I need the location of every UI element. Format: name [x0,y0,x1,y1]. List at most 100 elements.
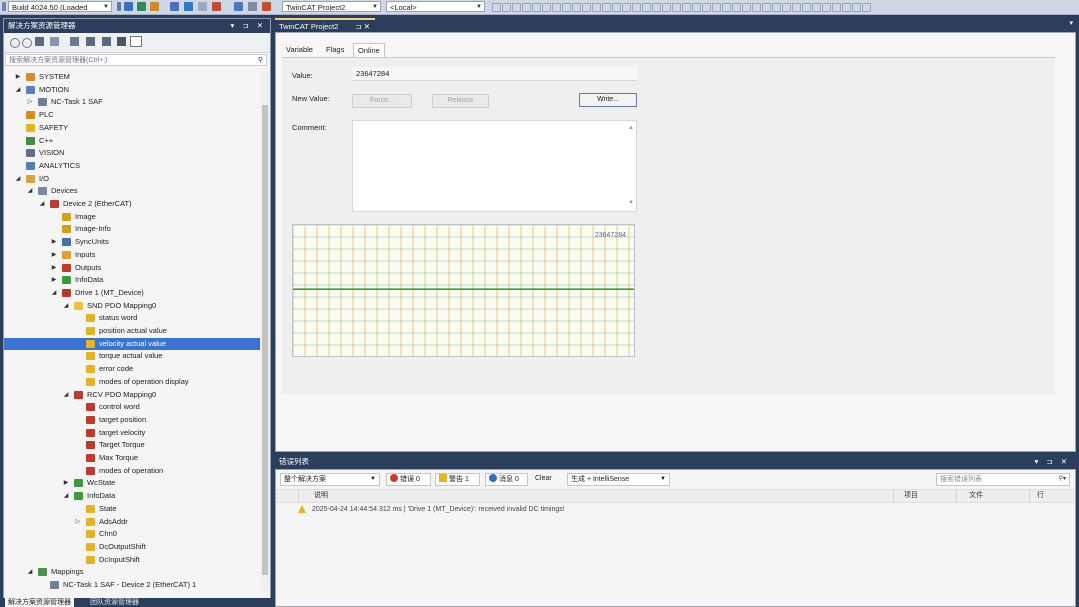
collapse-all-icon[interactable] [102,37,111,46]
tree-scrollbar[interactable] [260,71,270,591]
tree-item[interactable]: PLC [4,109,260,121]
show-sub-items-icon[interactable] [262,2,271,11]
warnings-filter-button[interactable]: 警告 1 [435,473,480,486]
tree-expander-icon[interactable]: ▶ [50,274,58,286]
tree-item[interactable]: ▶ WcState [4,477,260,489]
dropdown-icon[interactable] [248,2,257,11]
tree-expander-icon[interactable]: ▷ [26,96,34,108]
tree-item[interactable]: ◢ Drive 1 (MT_Device) [4,287,260,299]
tree-item[interactable]: C++ [4,135,260,147]
tree-item[interactable]: Target Torque [4,439,260,451]
tree-item[interactable]: position actual value [4,325,260,337]
tree-item[interactable]: modes of operation display [4,376,260,388]
pin-close-icons[interactable]: ▾ ⊐ ✕ [1034,455,1070,469]
tree-item[interactable]: ◢ Device 2 (EtherCAT) [4,198,260,210]
tree-item[interactable]: ◢ InfoData [4,490,260,502]
tree-item[interactable]: ▶ Outputs [4,262,260,274]
tree-expander-icon[interactable]: ▶ [62,477,70,489]
tree-item[interactable]: DcInputShift [4,554,260,566]
tree-expander-icon[interactable]: ◢ [38,198,46,210]
scroll-up-icon[interactable]: ▲ [628,122,634,135]
tree-item[interactable]: Max Torque [4,452,260,464]
tab-flags[interactable]: Flags [322,43,348,57]
tree-item[interactable]: ◢ Mappings [4,566,260,578]
forward-icon[interactable] [22,38,32,48]
tree-item[interactable]: target velocity [4,427,260,439]
tree-item[interactable]: DcOutputShift [4,541,260,553]
target-system-combo[interactable]: <Local> ▼ [386,1,485,12]
tree-item[interactable]: ▶ SyncUnits [4,236,260,248]
tree-item[interactable]: Image-Info [4,223,260,235]
tree-item[interactable]: Image [4,211,260,223]
history-icon[interactable] [70,37,79,46]
refresh-icon[interactable] [86,37,95,46]
tree-item[interactable]: State [4,503,260,515]
tree-expander-icon[interactable]: ▷ [74,516,82,528]
column-project[interactable]: 项目 [904,490,918,501]
home-icon[interactable] [35,37,44,46]
tree-item[interactable]: ▷ AdsAddr [4,516,260,528]
refresh-icon[interactable] [184,2,193,11]
tree-item[interactable]: ANALYTICS [4,160,260,172]
search-icon[interactable] [198,2,207,11]
build-config-combo[interactable]: Build 4024.50 (Loaded ▼ [8,1,112,12]
tree-expander-icon[interactable]: ▶ [50,249,58,261]
tree-item[interactable]: status word [4,312,260,324]
scrollbar-thumb[interactable] [262,105,268,575]
column-description[interactable]: 说明 [314,490,328,501]
column-file[interactable]: 文件 [969,490,983,501]
tree-item[interactable]: control word [4,401,260,413]
tree-item[interactable]: ◢ SND PDO Mapping0 [4,300,260,312]
tab-online[interactable]: Online [353,43,385,58]
preview-icon[interactable] [130,36,142,47]
properties-icon[interactable] [117,37,126,46]
tree-item[interactable]: torque actual value [4,350,260,362]
tree-item[interactable]: ◢ RCV PDO Mapping0 [4,389,260,401]
tree-expander-icon[interactable]: ◢ [26,185,34,197]
scroll-down-icon[interactable]: ▼ [628,197,634,210]
tree-item[interactable]: ◢ MOTION [4,84,260,96]
activate-config-icon[interactable] [124,2,133,11]
tree-expander-icon[interactable]: ◢ [62,389,70,401]
tree-expander-icon[interactable]: ▶ [50,262,58,274]
document-tab[interactable]: TwinCAT Project2 ⊐ ✕ [275,18,375,32]
force-button[interactable]: Force... [352,94,412,108]
tree-expander-icon[interactable]: ◢ [26,566,34,578]
tree-item[interactable]: modes of operation [4,465,260,477]
tree-item[interactable]: SAFETY [4,122,260,134]
error-row[interactable]: 2025-04-24 14:44:54 312 ms | 'Drive 1 (M… [276,504,1075,516]
tree-item[interactable]: ◢ I/O [4,173,260,185]
messages-filter-button[interactable]: 消息 0 [485,473,528,486]
tree-expander-icon[interactable]: ▶ [50,236,58,248]
tree-expander-icon[interactable]: ◢ [62,300,70,312]
pin-close-icons[interactable]: ▾ ⊐ ✕ [230,19,266,33]
tree-item[interactable]: NC-Task 1 SAF - Device 2 (EtherCAT) 1 [4,579,260,591]
switch-views-icon[interactable] [50,37,59,46]
column-line[interactable]: 行 [1037,490,1044,501]
solution-search-input[interactable]: 搜索解决方案资源管理器(Ctrl+;) ⚲ [5,54,267,66]
tab-overflow-icon[interactable]: ▾ [1069,19,1073,27]
tree-expander-icon[interactable]: ◢ [14,84,22,96]
tree-expander-icon[interactable]: ◢ [14,173,22,185]
write-button[interactable]: Write... [579,93,637,107]
tree-item[interactable]: ▷ NC-Task 1 SAF [4,96,260,108]
comment-textarea[interactable]: ▲ ▼ [352,120,637,212]
tree-item[interactable]: error code [4,363,260,375]
back-icon[interactable] [10,38,20,48]
tree-expander-icon[interactable]: ◢ [62,490,70,502]
config-mode-icon[interactable] [150,2,159,11]
toggle-free-run-icon[interactable] [212,2,221,11]
error-search-input[interactable]: 搜索错误列表 ⚲▾ [936,473,1070,486]
clear-button[interactable]: Clear [532,473,560,486]
build-filter-select[interactable]: 生成 + IntelliSense ▼ [567,473,670,486]
choose-target-icon[interactable] [234,2,243,11]
tree-item[interactable]: ▶ InfoData [4,274,260,286]
tree-item[interactable]: ▶ Inputs [4,249,260,261]
tree-expander-icon[interactable]: ▶ [14,71,22,83]
release-button[interactable]: Release [432,94,489,108]
tree-item[interactable]: Chn0 [4,528,260,540]
tree-item[interactable]: ◢ Devices [4,185,260,197]
tree-item[interactable]: ▶ SYSTEM [4,71,260,83]
error-scope-select[interactable]: 整个解决方案 ▼ [280,473,380,486]
tab-team-explorer[interactable]: 团队资源管理器 [87,598,142,607]
